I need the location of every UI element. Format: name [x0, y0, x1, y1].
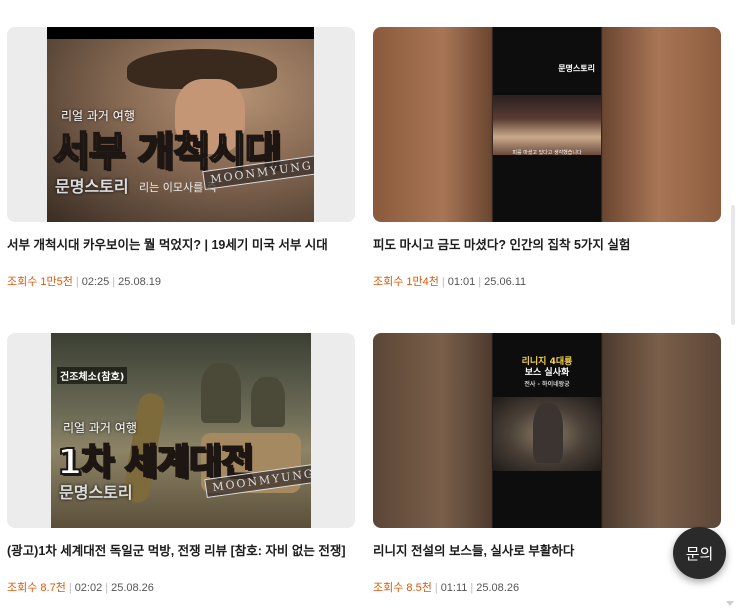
thumbnail-image: 문명스토리 피를 마셨고 있다고 생각했습니다: [493, 27, 601, 222]
video-thumbnail[interactable]: 문명스토리 피를 마셨고 있다고 생각했습니다: [373, 27, 721, 222]
thumbnail-line: 보스 실사화: [524, 368, 570, 378]
thumbnail-headline: 리니지 4대룡 보스 실사화 전사 - 하이네왕궁: [493, 357, 601, 390]
video-meta: 조회수 8.7천 | 02:02 | 25.08.26: [7, 581, 355, 595]
thumbnail-scene: [493, 95, 601, 155]
thumbnail-image: 건조체소(참호) 리얼 과거 여행 1차 세계대전 문명스토리 MOONMYUN…: [51, 333, 311, 528]
meta-divider: |: [478, 276, 482, 288]
scroll-down-arrow-icon[interactable]: [726, 601, 734, 606]
view-count: 조회수 1만5천: [7, 276, 73, 288]
meta-divider: |: [112, 276, 116, 288]
upload-date: 25.08.26: [476, 582, 520, 594]
video-title[interactable]: (광고)1차 세계대전 독일군 먹방, 전쟁 리뷰 [참호: 자비 없는 전쟁]: [7, 542, 355, 560]
view-count: 조회수 8.5천: [373, 582, 432, 594]
video-meta: 조회수 1만4천 | 01:01 | 25.06.11: [373, 275, 721, 289]
thumbnail-brand: 문명스토리: [55, 177, 129, 196]
thumbnail-image: 리니지 4대룡 보스 실사화 전사 - 하이네왕궁: [493, 333, 601, 528]
video-meta: 조회수 8.5천 | 01:11 | 25.08.26: [373, 581, 721, 595]
thumbnail-badge: 건조체소(참호): [57, 367, 128, 384]
meta-divider: |: [75, 276, 79, 288]
video-meta: 조회수 1만5천 | 02:25 | 25.08.19: [7, 275, 355, 289]
thumbnail-image: 리얼 과거 여행 서부 개척시대 문명스토리 리는 이모사를 즉 MOONMYU…: [47, 27, 314, 222]
view-count: 조회수 8.7천: [7, 582, 66, 594]
video-thumbnail[interactable]: 건조체소(참호) 리얼 과거 여행 1차 세계대전 문명스토리 MOONMYUN…: [7, 333, 355, 528]
video-duration: 01:11: [440, 582, 468, 594]
thumbnail-line: 리니지 4대룡: [521, 357, 573, 367]
thumbnail-channel-label: 문명스토리: [558, 64, 595, 73]
inquiry-button[interactable]: 문의: [673, 527, 726, 579]
video-duration: 02:25: [81, 276, 110, 288]
upload-date: 25.08.26: [111, 582, 154, 594]
scrollbar-thumb[interactable]: [731, 205, 735, 325]
meta-divider: |: [434, 582, 438, 594]
thumbnail-caption: 피를 마셨고 있다고 생각했습니다: [512, 150, 582, 156]
meta-divider: |: [68, 582, 72, 594]
view-count: 조회수 1만4천: [373, 276, 439, 288]
video-card[interactable]: 문명스토리 피를 마셨고 있다고 생각했습니다 피도 마시고 금도 마셨다? 인…: [373, 27, 721, 289]
video-card[interactable]: 건조체소(참호) 리얼 과거 여행 1차 세계대전 문명스토리 MOONMYUN…: [7, 333, 355, 595]
video-duration: 01:01: [447, 276, 476, 288]
video-card[interactable]: 리니지 4대룡 보스 실사화 전사 - 하이네왕궁 리니지 전설의 보스들, 실…: [373, 333, 721, 595]
thumbnail-line: 전사 - 하이네왕궁: [524, 381, 570, 388]
video-thumbnail[interactable]: 리얼 과거 여행 서부 개척시대 문명스토리 리는 이모사를 즉 MOONMYU…: [7, 27, 355, 222]
video-thumbnail[interactable]: 리니지 4대룡 보스 실사화 전사 - 하이네왕궁: [373, 333, 721, 528]
video-title[interactable]: 피도 마시고 금도 마셨다? 인간의 집착 5가지 실험: [373, 236, 721, 254]
soldier-shape: [201, 363, 241, 423]
video-card[interactable]: 리얼 과거 여행 서부 개척시대 문명스토리 리는 이모사를 즉 MOONMYU…: [7, 27, 355, 289]
video-duration: 02:02: [74, 582, 103, 594]
scrollbar[interactable]: [726, 0, 738, 609]
meta-divider: |: [441, 276, 445, 288]
upload-date: 25.08.19: [118, 276, 161, 288]
meta-divider: |: [470, 582, 474, 594]
warrior-shape: [533, 403, 563, 463]
meta-divider: |: [105, 582, 109, 594]
video-title[interactable]: 서부 개척시대 카우보이는 뭘 먹었지? | 19세기 미국 서부 시대: [7, 236, 355, 254]
thumbnail-brand: 문명스토리: [59, 483, 133, 502]
video-title[interactable]: 리니지 전설의 보스들, 실사로 부활하다: [373, 542, 721, 560]
soldier-shape: [251, 377, 285, 427]
upload-date: 25.06.11: [484, 276, 527, 288]
